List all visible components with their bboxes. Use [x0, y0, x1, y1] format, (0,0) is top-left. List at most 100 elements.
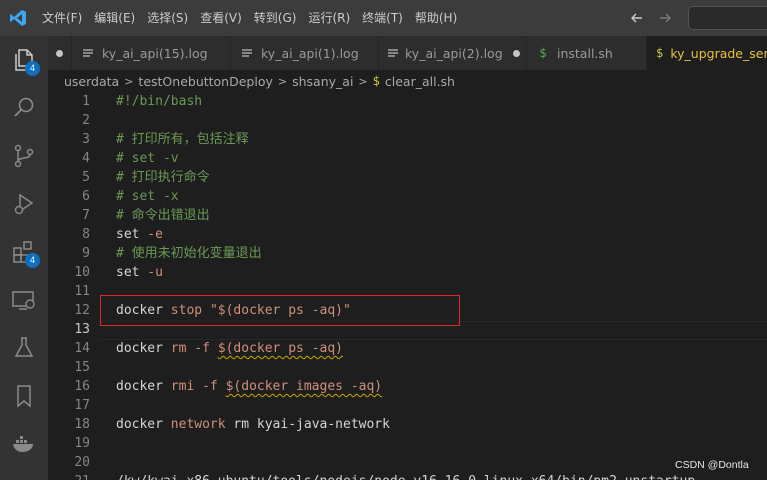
code-text: # 打印执行命令: [116, 170, 210, 185]
code-text: docker network rm kyai-java-network: [116, 417, 390, 432]
search-icon[interactable]: [0, 84, 48, 132]
breadcrumb-item[interactable]: shsany_ai: [292, 74, 353, 89]
code-text: # set -v: [116, 151, 179, 166]
bookmark-icon[interactable]: [0, 372, 48, 420]
editor-tabs: ky_ai_api(15).log ky_ai_api(1).log ky_ai…: [48, 36, 767, 70]
code-text: # 命令出错退出: [116, 208, 210, 223]
line-number: 4: [82, 151, 90, 166]
menu-view[interactable]: 查看(V): [194, 0, 248, 36]
code-text: #!/bin/bash: [116, 94, 203, 109]
code-line: 2: [48, 111, 767, 130]
line-number: 7: [82, 208, 90, 223]
code-text: docker rm -f $(docker ps -aq): [116, 341, 343, 356]
code-line: 15: [48, 358, 767, 377]
code-text: set -u: [116, 265, 163, 280]
code-line: 7 # 命令出错退出: [48, 206, 767, 225]
code-line: 20: [48, 453, 767, 472]
code-line: 21/kw/kwai_x86_ubuntu/tools/nodejs/node-…: [48, 472, 767, 480]
tab-label: ky_upgrade_serv: [670, 45, 767, 61]
watermark: CSDN @Dontla: [675, 459, 749, 471]
code-editor[interactable]: 1 #!/bin/bash 2 3 # 打印所有，包括注释 4 # set -v 5 #…: [48, 92, 767, 480]
code-text: docker rmi -f $(docker images -aq): [116, 379, 383, 394]
log-file-icon: [239, 47, 255, 59]
activity-bar: 4 4: [0, 36, 48, 480]
code-text: # 使用未初始化变量退出: [116, 246, 262, 261]
code-line: 1 #!/bin/bash: [48, 92, 767, 111]
line-number: 16: [74, 379, 90, 394]
tab-label: install.sh: [557, 45, 613, 61]
line-number: 13: [74, 322, 90, 337]
menu-bar: 文件(F) 编辑(E) 选择(S) 查看(V) 转到(G) 运行(R) 终端(T…: [36, 0, 463, 36]
line-number: 1: [82, 94, 90, 109]
line-number: 14: [74, 341, 90, 356]
tab-ky-ai-api-1-log[interactable]: ky_ai_api(1).log: [231, 36, 379, 70]
line-number: 2: [82, 113, 90, 128]
chevron-right-icon: >: [124, 74, 134, 88]
line-number: 20: [74, 455, 90, 470]
tab-label: ky_ai_api(2).log: [405, 45, 503, 61]
remote-explorer-icon[interactable]: [0, 276, 48, 324]
line-number: 12: [74, 303, 90, 318]
code-text: # set -x: [116, 189, 179, 204]
source-control-icon[interactable]: [0, 132, 48, 180]
menu-file[interactable]: 文件(F): [36, 0, 88, 36]
line-number: 9: [82, 246, 90, 261]
chevron-right-icon: >: [277, 74, 288, 88]
code-line: 5 # 打印执行命令: [48, 168, 767, 187]
red-annotation-box: [100, 295, 460, 326]
testing-flask-icon[interactable]: [0, 324, 48, 372]
tab-ky-ai-api-15-log[interactable]: ky_ai_api(15).log: [72, 36, 231, 70]
menu-terminal[interactable]: 终端(T): [356, 0, 409, 36]
shell-file-icon: $: [539, 46, 547, 60]
menu-help[interactable]: 帮助(H): [409, 0, 463, 36]
line-number: 10: [74, 265, 90, 280]
explorer-icon[interactable]: 4: [0, 36, 48, 84]
chevron-right-icon: >: [358, 74, 368, 88]
tab-overflow-dirty[interactable]: [48, 36, 72, 70]
line-number: 5: [82, 170, 90, 185]
log-file-icon: [387, 47, 399, 59]
breadcrumb-item[interactable]: userdata: [64, 74, 119, 89]
log-file-icon: [80, 47, 96, 59]
menu-go[interactable]: 转到(G): [248, 0, 303, 36]
tab-ky-upgrade-serv[interactable]: $ ky_upgrade_serv: [647, 36, 767, 70]
menu-selection[interactable]: 选择(S): [141, 0, 194, 36]
tab-ky-ai-api-2-log[interactable]: ky_ai_api(2).log: [379, 36, 527, 70]
code-line: 3 # 打印所有，包括注释: [48, 130, 767, 149]
code-line: 9 # 使用未初始化变量退出: [48, 244, 767, 263]
code-line: 4 # set -v: [48, 149, 767, 168]
breadcrumb-item[interactable]: testOnebuttonDeploy: [138, 74, 272, 89]
forward-arrow-icon[interactable]: [656, 9, 674, 27]
dirty-dot-icon: [56, 49, 63, 57]
shell-file-icon: $: [656, 46, 664, 60]
breadcrumb: userdata > testOnebuttonDeploy > shsany_…: [48, 70, 767, 92]
code-text: set -e: [116, 227, 163, 242]
run-debug-icon[interactable]: [0, 180, 48, 228]
docker-icon[interactable]: [0, 420, 48, 468]
line-number: 8: [82, 227, 90, 242]
back-arrow-icon[interactable]: [628, 9, 646, 27]
command-center-search[interactable]: [688, 6, 767, 30]
code-line: 14 docker rm -f $(docker ps -aq): [48, 339, 767, 358]
breadcrumb-file[interactable]: clear_all.sh: [385, 74, 455, 89]
tab-install-sh[interactable]: $ install.sh: [527, 36, 647, 70]
menu-run[interactable]: 运行(R): [302, 0, 356, 36]
extensions-icon[interactable]: 4: [0, 228, 48, 276]
menu-edit[interactable]: 编辑(E): [88, 0, 141, 36]
extensions-badge: 4: [25, 253, 40, 268]
code-line: 16 docker rmi -f $(docker images -aq): [48, 377, 767, 396]
code-line: 17: [48, 396, 767, 415]
tab-label: ky_ai_api(1).log: [261, 45, 359, 61]
code-line: 18 docker network rm kyai-java-network: [48, 415, 767, 434]
tab-label: ky_ai_api(15).log: [102, 45, 208, 61]
title-bar: 文件(F) 编辑(E) 选择(S) 查看(V) 转到(G) 运行(R) 终端(T…: [0, 0, 767, 36]
code-line: 6 # set -x: [48, 187, 767, 206]
line-number: 19: [74, 436, 90, 451]
line-number: 18: [74, 417, 90, 432]
line-number: 6: [82, 189, 90, 204]
dirty-dot-icon[interactable]: [512, 49, 520, 57]
code-text: # 打印所有，包括注释: [116, 132, 249, 147]
code-line: 10 set -u: [48, 263, 767, 282]
line-number: 17: [74, 398, 90, 413]
shell-file-icon: $: [372, 74, 380, 88]
